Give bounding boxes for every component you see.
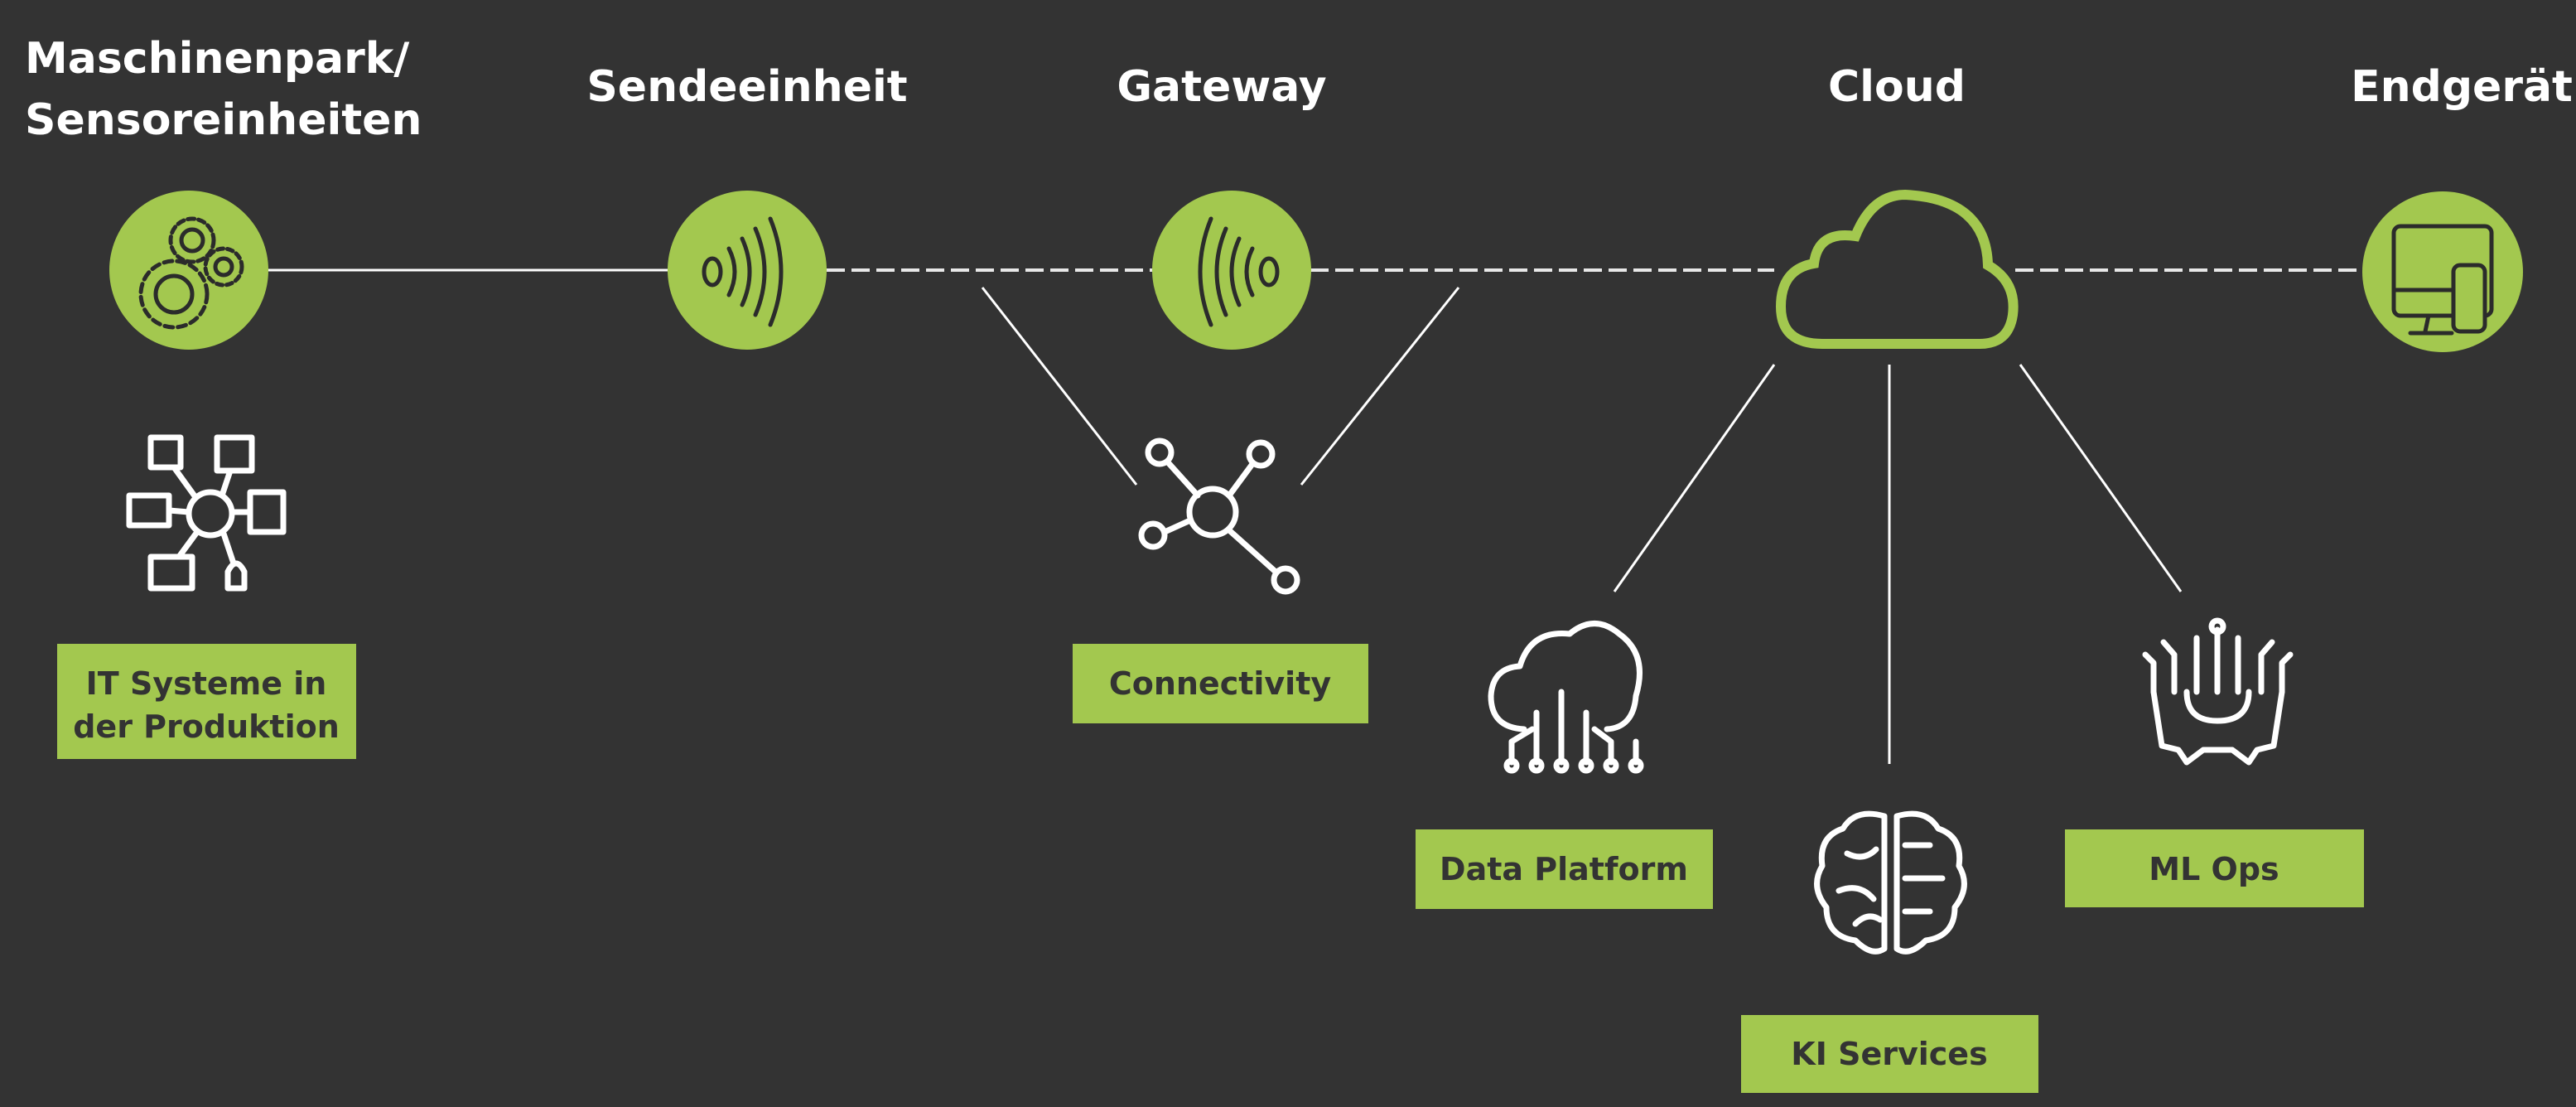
- signal-receiver-icon: [1152, 191, 1311, 350]
- data-platform-label-box: Data Platform: [1416, 829, 1713, 909]
- data-platform-label: Data Platform: [1440, 851, 1688, 887]
- stage-title-gateway: Gateway: [1117, 62, 1326, 112]
- it-systems-label-box: IT Systeme in der Produktion: [57, 644, 356, 759]
- ml-ops-label: ML Ops: [2149, 851, 2279, 887]
- connector-line: [1300, 287, 1460, 486]
- it-systems-label-line2: der Produktion: [73, 708, 340, 745]
- ai-brain-icon: [1814, 810, 1967, 955]
- devices-icon: [2362, 191, 2523, 352]
- stage-title-device: Endgerät: [2351, 62, 2573, 112]
- connector-line: [981, 287, 1138, 486]
- it-systems-label-line1: IT Systeme in: [86, 665, 327, 702]
- connectivity-label-box: Connectivity: [1073, 644, 1368, 723]
- connectivity-label: Connectivity: [1109, 665, 1332, 702]
- iot-architecture-diagram: Maschinenpark/ Sensoreinheiten Sendeeinh…: [25, 34, 2573, 1093]
- ml-ops-label-box: ML Ops: [2065, 829, 2364, 907]
- gears-icon: [109, 191, 268, 350]
- it-systems-hub-icon: [126, 434, 287, 592]
- ki-services-label-box: KI Services: [1741, 1015, 2038, 1093]
- connector-line: [1613, 364, 1776, 592]
- stage-title-cloud: Cloud: [1828, 62, 1966, 112]
- connector-line: [2019, 364, 2183, 592]
- signal-emitter-icon: [668, 191, 827, 350]
- ki-services-label: KI Services: [1791, 1036, 1987, 1072]
- stage-title-machines-line2: Sensoreinheiten: [25, 95, 422, 145]
- stage-title-machines-line1: Maschinenpark/: [25, 34, 409, 84]
- gear-circuit-icon: [2142, 617, 2294, 766]
- cloud-icon: [1775, 189, 2019, 349]
- network-hub-icon: [1138, 437, 1300, 595]
- cloud-circuit-icon: [1488, 621, 1644, 774]
- stage-title-sender: Sendeeinheit: [586, 62, 907, 112]
